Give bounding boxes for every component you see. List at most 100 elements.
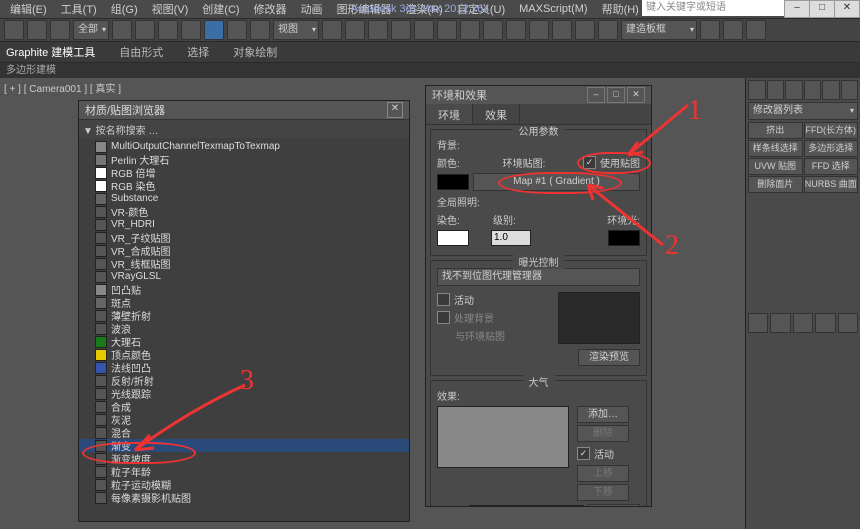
pin-stack-button[interactable] bbox=[748, 313, 768, 333]
motion-tab[interactable] bbox=[804, 80, 822, 100]
window-crossing-button[interactable] bbox=[181, 20, 201, 40]
app-title: Autodesk 3ds Max 2012 x64 bbox=[200, 0, 640, 18]
remove-mod-button[interactable] bbox=[815, 313, 835, 333]
percent-snap-button[interactable] bbox=[414, 20, 434, 40]
select-name-button[interactable] bbox=[135, 20, 155, 40]
menu-group[interactable]: 组(G) bbox=[105, 0, 144, 18]
modify-tab[interactable] bbox=[767, 80, 785, 100]
render-preset-dropdown[interactable]: 建造板框 bbox=[621, 20, 697, 40]
mod-ffdbox[interactable]: FFD(长方体) bbox=[804, 122, 859, 139]
spinner-snap-button[interactable] bbox=[437, 20, 457, 40]
show-end-button[interactable] bbox=[770, 313, 790, 333]
exposure-active-checkbox[interactable] bbox=[437, 293, 450, 306]
layers-button[interactable] bbox=[529, 20, 549, 40]
configure-button[interactable] bbox=[838, 313, 858, 333]
atmos-merge-button[interactable]: 合并 bbox=[588, 504, 640, 506]
material-list[interactable]: MultiOutputChannelTexmapToTexmapPerlin 大… bbox=[79, 138, 409, 521]
redo-button[interactable] bbox=[27, 20, 47, 40]
atmos-up-button[interactable]: 上移 bbox=[577, 465, 629, 482]
bg-color-swatch[interactable] bbox=[437, 174, 469, 190]
env-close-button[interactable]: ✕ bbox=[627, 87, 645, 103]
material-editor-button[interactable] bbox=[598, 20, 618, 40]
render-preview-button[interactable]: 渲染预览 bbox=[578, 349, 640, 366]
pivot-button[interactable] bbox=[322, 20, 342, 40]
use-map-checkbox[interactable]: ✓ bbox=[583, 156, 596, 169]
mod-uvw[interactable]: UVW 贴图 bbox=[748, 158, 803, 175]
material-search-row[interactable]: ▼ 按名称搜索 … bbox=[79, 120, 409, 138]
hierarchy-tab[interactable] bbox=[785, 80, 803, 100]
scale-button[interactable] bbox=[250, 20, 270, 40]
select-button[interactable] bbox=[112, 20, 132, 40]
material-swatch-icon bbox=[95, 310, 107, 322]
link-button[interactable] bbox=[50, 20, 70, 40]
ambient-swatch[interactable] bbox=[608, 230, 640, 246]
ribbon-tab-selection[interactable]: 选择 bbox=[187, 44, 209, 60]
mirror-button[interactable] bbox=[483, 20, 503, 40]
level-spinner[interactable]: 1.0 bbox=[491, 230, 531, 246]
create-tab[interactable] bbox=[748, 80, 766, 100]
named-sel-button[interactable] bbox=[460, 20, 480, 40]
material-item[interactable]: RGB 染色 bbox=[79, 179, 409, 192]
ribbon-tab-freeform[interactable]: 自由形式 bbox=[119, 44, 163, 60]
material-item[interactable]: 每像素摄影机贴图 bbox=[79, 491, 409, 504]
ribbon-tab-objectpaint[interactable]: 对象绘制 bbox=[233, 44, 277, 60]
tint-swatch[interactable] bbox=[437, 230, 469, 246]
atmosphere-list[interactable] bbox=[437, 406, 569, 468]
ribbon-tab-graphite[interactable]: Graphite 建模工具 bbox=[6, 44, 95, 60]
minimize-button[interactable]: – bbox=[784, 0, 810, 18]
material-browser-header[interactable]: 材质/贴图浏览器 ✕ bbox=[79, 101, 409, 120]
selection-filter-dropdown[interactable]: 全部 bbox=[73, 20, 109, 40]
atmos-down-button[interactable]: 下移 bbox=[577, 484, 629, 501]
maximize-button[interactable]: □ bbox=[809, 0, 835, 18]
utilities-tab[interactable] bbox=[841, 80, 859, 100]
render-setup-button[interactable] bbox=[700, 20, 720, 40]
mod-poly[interactable]: 多边形选择 bbox=[804, 140, 859, 157]
exposure-dropdown[interactable]: 找不到位图代理管理器 bbox=[437, 268, 640, 286]
schematic-button[interactable] bbox=[575, 20, 595, 40]
refcoord-dropdown[interactable]: 视图 bbox=[273, 20, 319, 40]
material-item-label: 每像素摄影机贴图 bbox=[111, 490, 191, 505]
rect-select-button[interactable] bbox=[158, 20, 178, 40]
env-tab-environment[interactable]: 环境 bbox=[426, 104, 473, 124]
material-swatch-icon bbox=[95, 336, 107, 348]
exposure-preview bbox=[558, 292, 640, 344]
curve-editor-button[interactable] bbox=[552, 20, 572, 40]
material-item-label: RGB 染色 bbox=[111, 178, 155, 193]
align-button[interactable] bbox=[506, 20, 526, 40]
rotate-button[interactable] bbox=[227, 20, 247, 40]
manip-button[interactable] bbox=[345, 20, 365, 40]
env-maximize-button[interactable]: □ bbox=[607, 87, 625, 103]
unique-button[interactable] bbox=[793, 313, 813, 333]
material-swatch-icon bbox=[95, 401, 107, 413]
undo-button[interactable] bbox=[4, 20, 24, 40]
mod-extrude[interactable]: 挤出 bbox=[748, 122, 803, 139]
material-item[interactable]: VR_线框贴图 bbox=[79, 257, 409, 270]
atmos-name-field[interactable] bbox=[469, 505, 584, 507]
env-map-button[interactable]: Map #1 ( Gradient ) bbox=[473, 173, 640, 191]
snap-button[interactable] bbox=[368, 20, 388, 40]
menu-edit[interactable]: 编辑(E) bbox=[4, 0, 53, 18]
render-frame-button[interactable] bbox=[723, 20, 743, 40]
mod-spline[interactable]: 样条线选择 bbox=[748, 140, 803, 157]
move-button[interactable] bbox=[204, 20, 224, 40]
atmos-delete-button[interactable]: 删除 bbox=[577, 425, 629, 442]
modifier-list-dropdown[interactable]: 修改器列表 bbox=[748, 102, 858, 120]
mod-nurbs[interactable]: NURBS 曲面选择 bbox=[804, 176, 859, 193]
close-button[interactable]: ✕ bbox=[834, 0, 860, 18]
material-swatch-icon bbox=[95, 284, 107, 296]
atmos-active-checkbox[interactable]: ✓ bbox=[577, 447, 590, 460]
env-tab-effects[interactable]: 效果 bbox=[473, 104, 520, 124]
display-tab[interactable] bbox=[822, 80, 840, 100]
material-item[interactable]: VR-颜色 bbox=[79, 205, 409, 218]
env-panel-header[interactable]: 环境和效果 – □ ✕ bbox=[426, 86, 651, 104]
viewport-label[interactable]: [ + ] [ Camera001 ] [ 真实 ] bbox=[4, 80, 121, 95]
env-minimize-button[interactable]: – bbox=[587, 87, 605, 103]
mod-ffdsel[interactable]: FFD 选择 bbox=[804, 158, 859, 175]
mod-delpatch[interactable]: 删除面片 bbox=[748, 176, 803, 193]
material-browser-close-button[interactable]: ✕ bbox=[387, 102, 403, 118]
menu-view[interactable]: 视图(V) bbox=[146, 0, 195, 18]
menu-tools[interactable]: 工具(T) bbox=[55, 0, 103, 18]
render-button[interactable] bbox=[746, 20, 766, 40]
angle-snap-button[interactable] bbox=[391, 20, 411, 40]
atmos-add-button[interactable]: 添加… bbox=[577, 406, 629, 423]
